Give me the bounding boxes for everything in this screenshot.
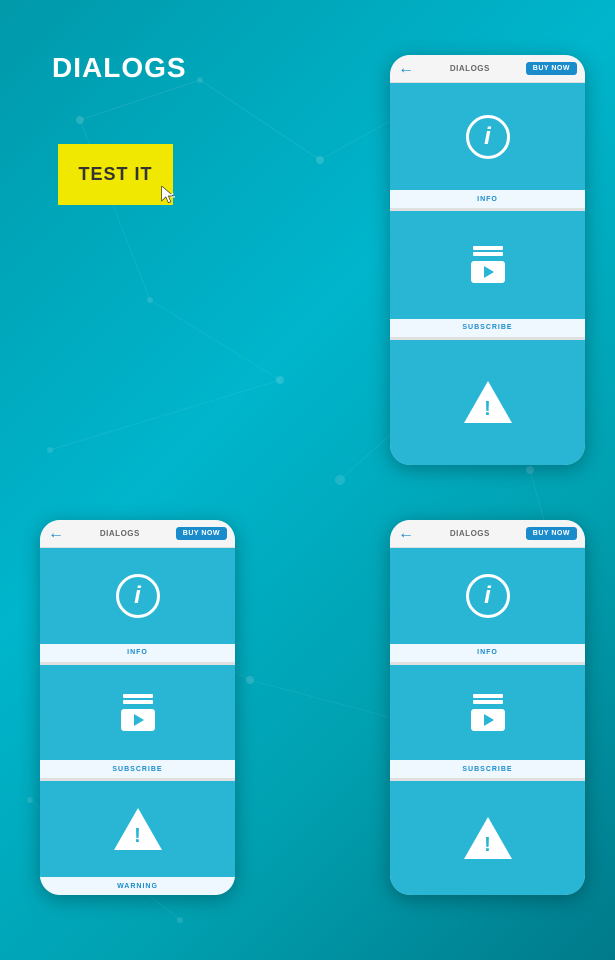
warning-icon-large: ! xyxy=(464,381,512,423)
phone-large-content: i INFO SUBSCRIBE xyxy=(390,83,585,465)
info-label-large: INFO xyxy=(390,190,585,208)
subscribe-line2-br xyxy=(473,700,503,704)
warning-exclaim-br: ! xyxy=(484,835,491,855)
warning-icon-area-br: ! xyxy=(390,781,585,895)
phone-bottom-right: ← DIALOGS BUY NOW i INFO xyxy=(390,520,585,895)
phone-large-header: ← DIALOGS BUY NOW xyxy=(390,55,585,83)
play-triangle-large xyxy=(484,266,494,278)
play-triangle-br xyxy=(484,714,494,726)
subscribe-play-box-large xyxy=(471,261,505,283)
warning-icon-area-bl: ! xyxy=(40,781,235,877)
subscribe-lines-large xyxy=(473,246,503,256)
info-icon-area-bl: i xyxy=(40,548,235,644)
subscribe-lines-bl xyxy=(123,694,153,704)
phone-large: ← DIALOGS BUY NOW i INFO xyxy=(390,55,585,465)
warning-icon-br: ! xyxy=(464,817,512,859)
subscribe-icon-large xyxy=(471,246,505,283)
buy-now-large[interactable]: BUY NOW xyxy=(526,62,577,75)
warning-exclaim-large: ! xyxy=(484,399,491,419)
subscribe-label-bl: SUBSCRIBE xyxy=(40,760,235,778)
subscribe-icon-bl xyxy=(121,694,155,731)
info-icon-br: i xyxy=(466,574,510,618)
dialog-subscribe-bl: SUBSCRIBE xyxy=(40,665,235,779)
dialog-info-bl: i INFO xyxy=(40,548,235,662)
warning-icon-area-large: ! xyxy=(390,340,585,465)
warning-label-bl: WARNING xyxy=(40,877,235,895)
subscribe-line1-br xyxy=(473,694,503,698)
dialog-warning-large: ! xyxy=(390,340,585,465)
subscribe-play-box-br xyxy=(471,709,505,731)
phone-large-title: DIALOGS xyxy=(450,64,490,73)
subscribe-icon-area-large xyxy=(390,211,585,318)
info-icon-area-br: i xyxy=(390,548,585,644)
test-it-button[interactable]: TEST IT xyxy=(58,144,173,205)
dialog-info-br: i INFO xyxy=(390,548,585,662)
subscribe-lines-br xyxy=(473,694,503,704)
info-icon-large: i xyxy=(466,115,510,159)
buy-now-bl[interactable]: BUY NOW xyxy=(176,527,227,540)
subscribe-label-br: SUBSCRIBE xyxy=(390,760,585,778)
play-triangle-bl xyxy=(134,714,144,726)
subscribe-icon-area-bl xyxy=(40,665,235,761)
back-arrow-large[interactable]: ← xyxy=(398,60,414,78)
subscribe-line2-bl xyxy=(123,700,153,704)
phone-bottom-left-content: i INFO SUBSCRIBE xyxy=(40,548,235,895)
dialog-info-large: i INFO xyxy=(390,83,585,208)
info-icon-bl: i xyxy=(116,574,160,618)
back-arrow-bl[interactable]: ← xyxy=(48,525,64,543)
dialog-subscribe-br: SUBSCRIBE xyxy=(390,665,585,779)
page-title: DIALOGS xyxy=(52,52,187,84)
phone-bottom-left-header: ← DIALOGS BUY NOW xyxy=(40,520,235,548)
subscribe-icon-br xyxy=(471,694,505,731)
info-icon-area-large: i xyxy=(390,83,585,190)
subscribe-line2 xyxy=(473,252,503,256)
subscribe-label-large: SUBSCRIBE xyxy=(390,319,585,337)
phone-bottom-right-content: i INFO SUBSCRIBE xyxy=(390,548,585,895)
info-label-br: INFO xyxy=(390,644,585,662)
phone-bottom-right-header: ← DIALOGS BUY NOW xyxy=(390,520,585,548)
dialog-subscribe-large: SUBSCRIBE xyxy=(390,211,585,336)
subscribe-icon-area-br xyxy=(390,665,585,761)
phone-bottom-right-title: DIALOGS xyxy=(450,529,490,538)
buy-now-br[interactable]: BUY NOW xyxy=(526,527,577,540)
warning-exclaim-bl: ! xyxy=(134,826,141,846)
back-arrow-br[interactable]: ← xyxy=(398,525,414,543)
phone-bottom-left-title: DIALOGS xyxy=(100,529,140,538)
subscribe-play-box-bl xyxy=(121,709,155,731)
phone-bottom-left: ← DIALOGS BUY NOW i INFO xyxy=(40,520,235,895)
warning-icon-bl: ! xyxy=(114,808,162,850)
subscribe-line1-bl xyxy=(123,694,153,698)
info-label-bl: INFO xyxy=(40,644,235,662)
dialog-warning-br: ! xyxy=(390,781,585,895)
dialog-warning-bl: ! WARNING xyxy=(40,781,235,895)
subscribe-line1 xyxy=(473,246,503,250)
